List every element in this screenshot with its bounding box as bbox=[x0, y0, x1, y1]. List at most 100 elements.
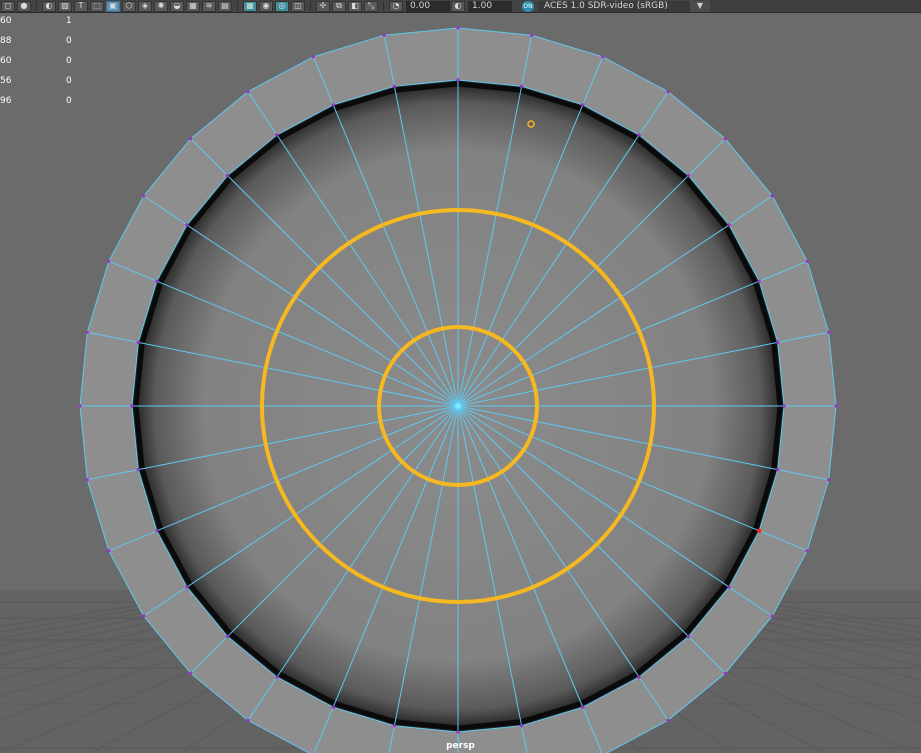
vertex[interactable] bbox=[723, 137, 727, 141]
viewport-toolbar: ◻ ● ◐ ▨ T ⬚ ▣ ⬡ ◈ ✺ ◒ ▦ ≋ ▤ ▦ ◉ ◎ ◫ ✢ ⧉ … bbox=[0, 0, 921, 13]
vertex[interactable] bbox=[601, 55, 605, 59]
hud-value: 0 bbox=[66, 76, 72, 86]
vertex[interactable] bbox=[189, 137, 193, 141]
vertex[interactable] bbox=[581, 103, 585, 107]
view-transform-toggle[interactable]: ON bbox=[522, 0, 534, 12]
vertex[interactable] bbox=[331, 705, 335, 709]
center-point[interactable] bbox=[455, 403, 461, 409]
vertex[interactable] bbox=[185, 223, 189, 227]
vertex[interactable] bbox=[776, 468, 780, 472]
vertex[interactable] bbox=[136, 468, 140, 472]
vertex[interactable] bbox=[770, 194, 774, 198]
vertex[interactable] bbox=[85, 330, 89, 334]
ring-mesh[interactable] bbox=[78, 26, 838, 753]
select-icon[interactable]: ◎ bbox=[275, 0, 289, 12]
scene-canvas[interactable] bbox=[0, 13, 921, 753]
vertex[interactable] bbox=[185, 585, 189, 589]
vertex[interactable] bbox=[107, 549, 111, 553]
hud-value: 60 bbox=[0, 16, 12, 26]
shaded-icon[interactable]: ◐ bbox=[42, 0, 56, 12]
vertex[interactable] bbox=[456, 730, 460, 734]
expand-icon[interactable]: ⤡ bbox=[364, 0, 378, 12]
vertex[interactable] bbox=[727, 223, 731, 227]
vertex[interactable] bbox=[637, 133, 641, 137]
vertex[interactable] bbox=[142, 194, 146, 198]
vertex[interactable] bbox=[666, 90, 670, 94]
motion-blur-icon[interactable]: ≋ bbox=[202, 0, 216, 12]
vertex[interactable] bbox=[130, 404, 134, 408]
vertex[interactable] bbox=[189, 671, 193, 675]
vertex[interactable] bbox=[530, 33, 534, 37]
vertex[interactable] bbox=[834, 404, 838, 408]
vertex[interactable] bbox=[727, 585, 731, 589]
toolbar-separator bbox=[310, 1, 311, 11]
fit-icon[interactable]: ◧ bbox=[348, 0, 362, 12]
xray-icon[interactable]: ⬡ bbox=[122, 0, 136, 12]
hud-row: 60 0 bbox=[0, 56, 80, 76]
vertex[interactable] bbox=[805, 549, 809, 553]
vertex[interactable] bbox=[782, 404, 786, 408]
vertex[interactable] bbox=[686, 173, 691, 178]
textured-icon[interactable]: ▨ bbox=[58, 0, 72, 12]
cube-icon[interactable]: ⬚ bbox=[90, 0, 104, 12]
vertex[interactable] bbox=[85, 478, 89, 482]
exposure-icon[interactable]: ◔ bbox=[389, 0, 403, 12]
vertex[interactable] bbox=[637, 675, 641, 679]
vertex[interactable] bbox=[225, 173, 230, 178]
vertex[interactable] bbox=[275, 675, 279, 679]
vertex[interactable] bbox=[225, 634, 230, 639]
vertex[interactable] bbox=[136, 340, 140, 344]
grid-icon[interactable]: ▦ bbox=[243, 0, 257, 12]
backface-icon[interactable]: ◈ bbox=[138, 0, 152, 12]
vertex[interactable] bbox=[666, 718, 670, 722]
vertex[interactable] bbox=[581, 705, 585, 709]
shadow-icon[interactable]: ◒ bbox=[170, 0, 184, 12]
vertex[interactable] bbox=[776, 340, 780, 344]
hud-value: 0 bbox=[66, 56, 72, 66]
exposure-field[interactable]: 0.00 bbox=[406, 0, 450, 12]
camera-icon[interactable]: ◉ bbox=[259, 0, 273, 12]
vertex[interactable] bbox=[78, 404, 82, 408]
gamma-icon[interactable]: ◐ bbox=[451, 0, 465, 12]
vertex[interactable] bbox=[155, 279, 159, 283]
vertex[interactable] bbox=[520, 84, 524, 88]
pivot-icon[interactable]: ✢ bbox=[316, 0, 330, 12]
3d-viewport[interactable] bbox=[0, 13, 921, 753]
vertex[interactable] bbox=[392, 724, 396, 728]
vertex[interactable] bbox=[311, 55, 315, 59]
vertex[interactable] bbox=[275, 133, 279, 137]
vertex[interactable] bbox=[827, 478, 831, 482]
aa-icon[interactable]: ▤ bbox=[218, 0, 232, 12]
vertex[interactable] bbox=[155, 529, 159, 533]
wireframe-icon[interactable]: ◻ bbox=[1, 0, 15, 12]
color-space-label: ACES 1.0 SDR-video (sRGB) bbox=[544, 0, 668, 11]
light-icon[interactable]: ✺ bbox=[154, 0, 168, 12]
smooth-shade-icon[interactable]: ● bbox=[17, 0, 31, 12]
text-icon[interactable]: T bbox=[74, 0, 88, 12]
vertex[interactable] bbox=[456, 78, 460, 82]
gamma-field[interactable]: 1.00 bbox=[468, 0, 512, 12]
vertex[interactable] bbox=[246, 718, 250, 722]
vertex[interactable] bbox=[246, 90, 250, 94]
vertex[interactable] bbox=[331, 103, 335, 107]
vertex[interactable] bbox=[107, 259, 111, 263]
vertex[interactable] bbox=[757, 279, 761, 283]
vertex[interactable] bbox=[723, 671, 727, 675]
vertex[interactable] bbox=[520, 724, 524, 728]
frame-icon[interactable]: ⧉ bbox=[332, 0, 346, 12]
vertex[interactable] bbox=[382, 33, 386, 37]
ao-icon[interactable]: ▦ bbox=[186, 0, 200, 12]
vertex[interactable] bbox=[456, 26, 460, 30]
isolate-icon[interactable]: ▣ bbox=[106, 0, 120, 12]
selected-vertex[interactable] bbox=[757, 528, 762, 533]
vertex[interactable] bbox=[827, 330, 831, 334]
vertex[interactable] bbox=[392, 84, 396, 88]
hud-value: 0 bbox=[66, 36, 72, 46]
vertex[interactable] bbox=[770, 614, 774, 618]
snap-icon[interactable]: ◫ bbox=[291, 0, 305, 12]
chevron-down-icon[interactable]: ▼ bbox=[690, 0, 710, 12]
vertex[interactable] bbox=[805, 259, 809, 263]
vertex[interactable] bbox=[686, 634, 691, 639]
color-space-dropdown[interactable]: ACES 1.0 SDR-video (sRGB) ▼ bbox=[538, 0, 710, 12]
vertex[interactable] bbox=[142, 614, 146, 618]
